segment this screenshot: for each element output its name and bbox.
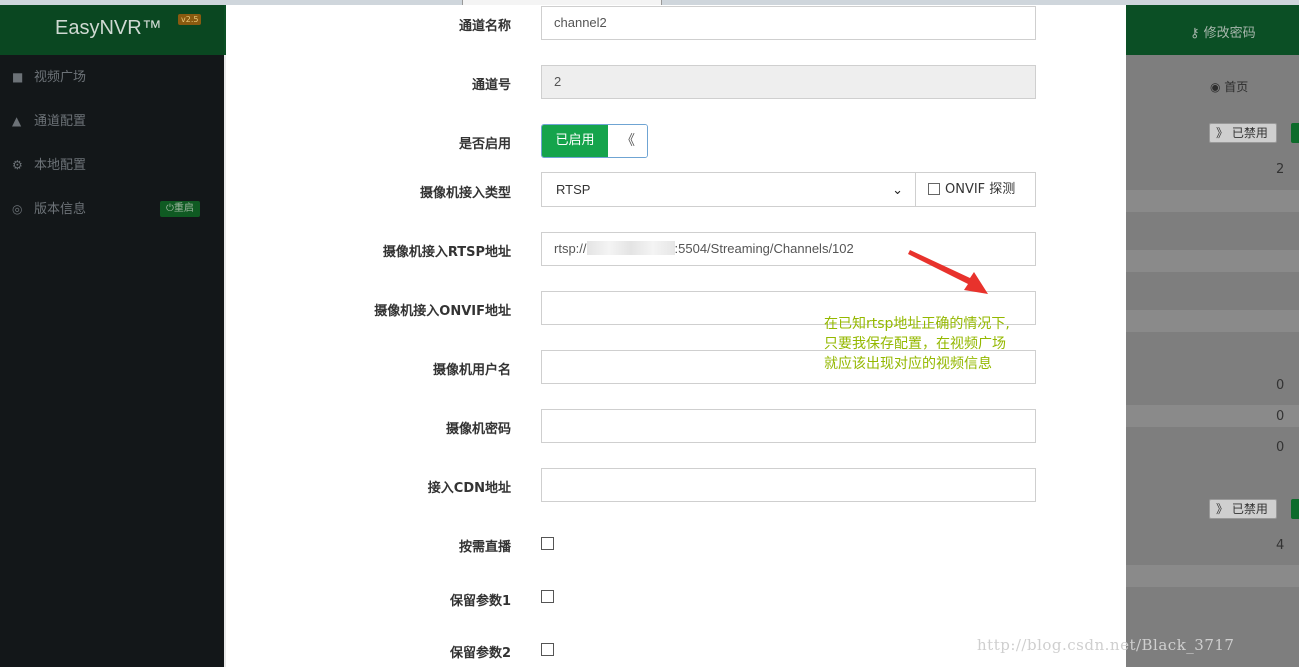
- logo-text: EasyNVR™: [55, 17, 162, 39]
- channel-name-input[interactable]: channel2: [541, 6, 1036, 40]
- onvif-probe-label: ONVIF 探测: [945, 182, 1016, 197]
- table-row: [1126, 190, 1299, 212]
- sidebar-item-version-info[interactable]: ◎ 版本信息 ⏻重启: [0, 187, 224, 231]
- channel-number: 2: [1276, 162, 1285, 177]
- reserved1-checkbox[interactable]: [541, 590, 554, 603]
- annotation-line: 只要我保存配置，在视频广场: [824, 336, 1006, 352]
- rtsp-suffix: :5504/Streaming/Channels/102: [674, 241, 854, 256]
- channel-number: 0: [1276, 378, 1285, 393]
- disabled-toggle-button[interactable]: 》 已禁用: [1209, 499, 1277, 519]
- gears-icon: ⚙: [12, 158, 23, 172]
- annotation-arrow-icon: [908, 250, 988, 294]
- sidebar-item-label: 通道配置: [34, 114, 87, 129]
- disabled-label: 已禁用: [1231, 502, 1268, 516]
- cdn-url-input[interactable]: [541, 468, 1036, 502]
- lifebuoy-icon: ◎: [12, 202, 23, 216]
- sidebar-item-label: 本地配置: [34, 158, 87, 173]
- rtsp-url-label: 摄像机接入RTSP地址: [382, 245, 511, 260]
- chevron-down-icon: ⌄: [892, 182, 903, 197]
- watermark: http://blog.csdn.net/Black_3717: [977, 636, 1235, 654]
- reserved2-checkbox[interactable]: [541, 643, 554, 656]
- camera-type-value: RTSP: [556, 182, 591, 197]
- channel-number: 0: [1276, 440, 1285, 455]
- edit-button[interactable]: [1291, 123, 1299, 143]
- annotation-line: 就应该出现对应的视频信息: [824, 356, 992, 372]
- disabled-label: 已禁用: [1231, 126, 1268, 140]
- sidebar-item-channel-config[interactable]: ▲ 通道配置: [0, 99, 224, 143]
- checkbox-icon: [928, 183, 940, 195]
- table-row: [1126, 310, 1299, 332]
- onvif-url-label: 摄像机接入ONVIF地址: [374, 304, 511, 319]
- password-label: 摄像机密码: [445, 422, 511, 437]
- version-badge: v2.5: [178, 14, 202, 25]
- sidebar-item-local-config[interactable]: ⚙ 本地配置: [0, 143, 224, 187]
- channel-number-input: 2: [541, 65, 1036, 99]
- sidebar-item-label: 视频广场: [34, 70, 87, 85]
- reserved1-label: 保留参数1: [449, 594, 511, 609]
- reserved2-label: 保留参数2: [449, 646, 511, 661]
- channel-number: 4: [1276, 538, 1285, 553]
- enabled-label: 是否启用: [458, 137, 511, 152]
- dashboard-icon: ◉: [1210, 80, 1225, 94]
- redacted-ip: [586, 241, 675, 255]
- app-logo[interactable]: EasyNVR™: [0, 5, 224, 55]
- channel-number: 0: [1276, 409, 1285, 424]
- onvif-probe-checkbox[interactable]: ONVIF 探测: [915, 172, 1036, 207]
- table-row: [1126, 565, 1299, 587]
- video-camera-icon: ■: [12, 70, 24, 84]
- road-icon: ▲: [12, 114, 22, 128]
- channel-number-label: 通道号: [471, 78, 511, 93]
- restart-button[interactable]: ⏻重启: [160, 201, 200, 217]
- change-password-label: 修改密码: [1203, 26, 1256, 41]
- toggle-handle: 《: [608, 125, 647, 157]
- table-row: [1126, 250, 1299, 272]
- enabled-on-text: 已启用: [542, 125, 608, 157]
- channel-name-label: 通道名称: [458, 19, 511, 34]
- annotation-note: 在已知rtsp地址正确的情况下, 只要我保存配置，在视频广场 就应该出现对应的视…: [824, 314, 1039, 374]
- annotation-line: 在已知rtsp地址正确的情况下,: [824, 316, 1010, 332]
- key-icon: ⚷: [1190, 26, 1204, 41]
- disabled-toggle-button[interactable]: 》 已禁用: [1209, 123, 1277, 143]
- username-label: 摄像机用户名: [432, 363, 511, 378]
- cdn-url-label: 接入CDN地址: [427, 481, 511, 496]
- breadcrumb[interactable]: ◉ 首页: [1210, 78, 1248, 95]
- camera-type-label: 摄像机接入类型: [419, 186, 511, 201]
- edit-button[interactable]: [1291, 499, 1299, 519]
- camera-type-select[interactable]: RTSP ⌄: [541, 172, 916, 207]
- sidebar: ■ 视频广场 ▲ 通道配置 ⚙ 本地配置 ◎ 版本信息 ⏻重启: [0, 55, 224, 667]
- on-demand-checkbox[interactable]: [541, 537, 554, 550]
- restart-label: 重启: [173, 203, 194, 214]
- password-input[interactable]: [541, 409, 1036, 443]
- breadcrumb-home: 首页: [1224, 80, 1249, 94]
- power-icon: ⏻: [166, 203, 174, 214]
- change-password-link[interactable]: ⚷ 修改密码: [1190, 22, 1256, 41]
- enabled-toggle[interactable]: 已启用 《: [541, 124, 648, 158]
- table-row: [1126, 405, 1299, 427]
- sidebar-item-label: 版本信息: [34, 202, 87, 217]
- sidebar-item-video-square[interactable]: ■ 视频广场: [0, 55, 224, 99]
- on-demand-label: 按需直播: [458, 540, 511, 555]
- rtsp-prefix: rtsp://: [554, 241, 587, 256]
